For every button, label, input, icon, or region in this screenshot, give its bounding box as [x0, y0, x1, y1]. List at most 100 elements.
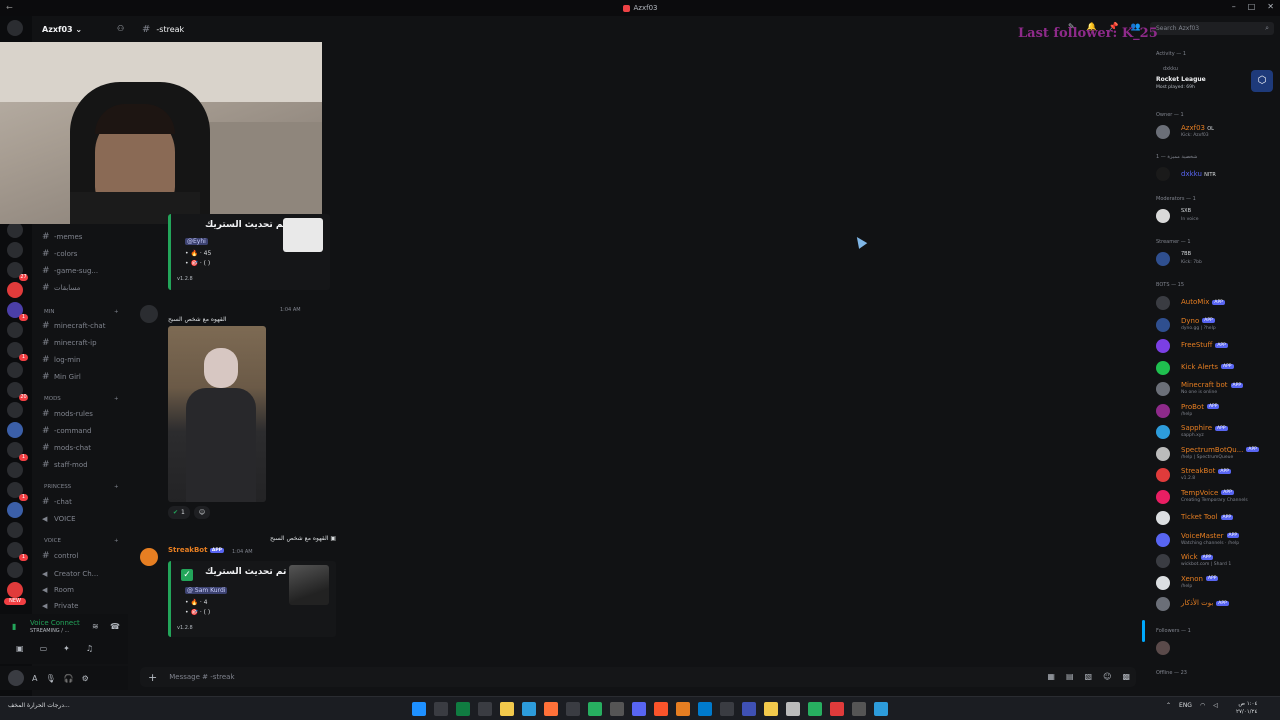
channel-colors[interactable]: # -colors	[42, 247, 77, 261]
obs-icon[interactable]	[610, 702, 624, 716]
activities-icon[interactable]: ✦	[63, 644, 70, 653]
excel-icon[interactable]	[456, 702, 470, 716]
weather-widget[interactable]: درجات الحرارة المخف...	[8, 702, 70, 709]
category-mods[interactable]: Mods +	[44, 396, 119, 402]
server-icon[interactable]	[7, 562, 23, 578]
member-bot[interactable]: Sapphire APP sapph.xyz	[1154, 424, 1274, 440]
camera-icon[interactable]: ▣	[16, 644, 24, 653]
close-icon[interactable]: ✕	[1267, 2, 1274, 11]
channel-mods-rules[interactable]: # mods-rules	[42, 407, 93, 421]
add-channel-icon[interactable]: +	[114, 538, 119, 544]
avatar[interactable]	[140, 548, 158, 566]
message-author[interactable]: StreakBot APP	[168, 546, 224, 554]
category-princess[interactable]: PRINCESS +	[44, 484, 119, 490]
channel-creator[interactable]: ◀ Creator Ch...	[42, 567, 98, 581]
server-icon[interactable]	[7, 522, 23, 538]
screen-share-icon[interactable]: ▭	[40, 644, 48, 653]
server-header[interactable]: Azxf03 ⌄ ⚇	[32, 16, 128, 42]
member-bot[interactable]: Minecraft bot APP No one is online	[1154, 381, 1274, 397]
server-icon[interactable]	[7, 462, 23, 478]
category-min[interactable]: Min +	[44, 309, 119, 315]
user-mention[interactable]: @Eyhi	[185, 238, 208, 245]
message-input[interactable]: Message # -streak	[169, 673, 234, 681]
member-bot[interactable]: AutoMix APP	[1154, 295, 1274, 311]
server-icon[interactable]	[7, 402, 23, 418]
member-bot[interactable]: Dyno APP dyno.gg | ?help	[1154, 317, 1274, 333]
app-icon[interactable]	[720, 702, 734, 716]
volume-icon[interactable]: ◁	[1213, 702, 1218, 709]
firefox-icon[interactable]	[544, 702, 558, 716]
channel-mods-chat[interactable]: # mods-chat	[42, 441, 91, 455]
emoji-icon[interactable]: ☺	[1103, 672, 1111, 681]
clock[interactable]: ١:٠٤ ص ٢٧/٠١/٢٤	[1236, 700, 1257, 716]
member-owner[interactable]: Azxf03 OL Kick: Azxf03	[1154, 124, 1274, 140]
chrome-icon[interactable]	[522, 702, 536, 716]
vscode-icon[interactable]	[698, 702, 712, 716]
member-bot[interactable]: Xenon APP/help	[1154, 575, 1274, 591]
apps-icon[interactable]: ▩	[1122, 672, 1130, 681]
server-icon[interactable]	[7, 502, 23, 518]
member-bot[interactable]: Kick Alerts APP	[1154, 360, 1274, 376]
microphone-icon[interactable]: 🎙	[45, 674, 55, 683]
message-composer[interactable]: + Message # -streak ▦ ▤ ▧ ☺ ▩	[140, 667, 1136, 687]
member-bot[interactable]: Ticket Tool APP	[1154, 510, 1274, 526]
member-bot[interactable]: Wick APP wickbot.com | Shard 1	[1154, 553, 1274, 569]
app-icon[interactable]	[764, 702, 778, 716]
member-moderator[interactable]: SXB In voice	[1154, 208, 1274, 224]
channel-private[interactable]: ◀ Private	[42, 599, 78, 613]
search-input[interactable]: Search Azxf03 ⌕	[1150, 22, 1274, 35]
channel-minecraft-ip[interactable]: # minecraft-ip	[42, 336, 97, 350]
chevron-up-icon[interactable]: ⌃	[1166, 702, 1171, 709]
member-bot[interactable]: بوت الأذكار APP	[1154, 596, 1274, 612]
channel-command[interactable]: # -command	[42, 424, 91, 438]
maximize-icon[interactable]: □	[1248, 2, 1256, 11]
member-bot[interactable]: FreeStuff APP	[1154, 338, 1274, 354]
member-special[interactable]: dxkku NITR	[1154, 166, 1274, 182]
app-icon[interactable]	[786, 702, 800, 716]
app-icon[interactable]	[588, 702, 602, 716]
channel-chat[interactable]: # -chat	[42, 495, 72, 509]
scrollbar[interactable]	[1142, 620, 1145, 642]
channel-room[interactable]: ◀ Room	[42, 583, 74, 597]
back-icon[interactable]: ←	[6, 3, 13, 12]
add-attachment-icon[interactable]: +	[148, 671, 157, 684]
headphones-icon[interactable]: 🎧	[64, 674, 74, 683]
start-icon[interactable]	[412, 702, 426, 716]
member-bot[interactable]: SpectrumBotQu... APP/help | SpectrumQueue	[1154, 446, 1274, 462]
file-explorer-icon[interactable]	[500, 702, 514, 716]
channel-min-girl[interactable]: # Min Girl	[42, 370, 81, 384]
add-reaction-button[interactable]: ☺	[193, 506, 211, 519]
app-icon[interactable]	[676, 702, 690, 716]
member-follower[interactable]	[1154, 640, 1274, 656]
disconnect-icon[interactable]: ☎	[110, 622, 120, 631]
language-indicator[interactable]: ENG	[1179, 702, 1192, 709]
channel-game-sug[interactable]: # -game-sug...	[42, 264, 98, 278]
category-voice[interactable]: VOICE +	[44, 538, 119, 544]
member-bot[interactable]: StreakBot APP v1.2.8	[1154, 467, 1274, 483]
app-icon[interactable]	[808, 702, 822, 716]
settings-icon[interactable]: ⚙	[82, 674, 89, 683]
channel-voice[interactable]: ◀ VOICE	[42, 512, 76, 526]
minimize-icon[interactable]: –	[1232, 2, 1236, 11]
discord-icon[interactable]	[632, 702, 646, 716]
soundboard-icon[interactable]: ♫	[86, 644, 93, 653]
app-icon[interactable]	[742, 702, 756, 716]
channel-memes[interactable]: # -memes	[42, 230, 82, 244]
channel-staff-mod[interactable]: # staff-mod	[42, 458, 88, 472]
image-attachment[interactable]	[168, 326, 266, 502]
gif-icon[interactable]: ▤	[1066, 672, 1074, 681]
app-icon[interactable]	[566, 702, 580, 716]
reaction-check[interactable]: ✔ 1	[168, 506, 190, 519]
noise-suppression-icon[interactable]: ≋	[92, 622, 99, 631]
app-icon[interactable]	[874, 702, 888, 716]
avatar[interactable]	[8, 670, 24, 686]
avatar[interactable]	[140, 305, 158, 323]
wifi-icon[interactable]: ◠	[1200, 702, 1205, 709]
add-user-icon[interactable]: ⚇	[117, 24, 126, 33]
server-icon[interactable]	[7, 222, 23, 238]
direct-messages-icon[interactable]	[7, 20, 23, 36]
server-icon[interactable]	[7, 362, 23, 378]
member-streamer[interactable]: 7BB Kick: 7bb	[1154, 251, 1274, 267]
activity-card[interactable]: dxkku Rocket League Most played: 69h ⬡	[1153, 66, 1275, 98]
app-icon[interactable]	[478, 702, 492, 716]
